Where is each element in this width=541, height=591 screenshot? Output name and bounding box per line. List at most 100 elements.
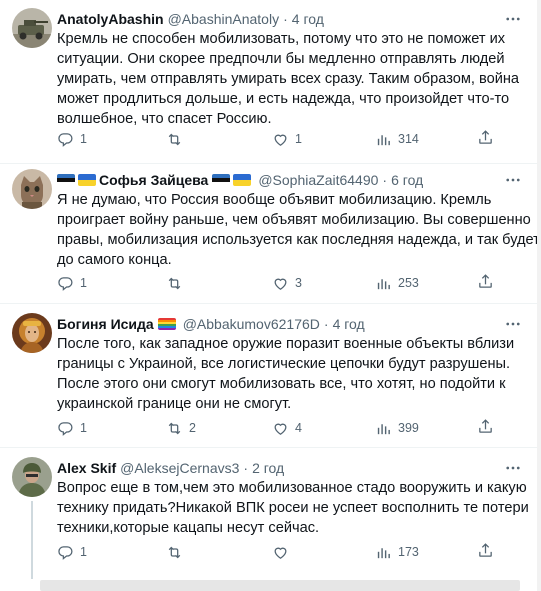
tweet-text-line: до самого конца. (57, 252, 172, 268)
timestamp[interactable]: 4 год (333, 316, 365, 332)
avatar[interactable] (12, 457, 52, 497)
like-icon (272, 544, 295, 561)
avatar[interactable] (12, 8, 52, 48)
repost-button[interactable]: 2 (166, 418, 196, 438)
views-count: 173 (398, 545, 419, 559)
share-icon[interactable] (477, 542, 494, 562)
avatar[interactable] (12, 313, 52, 353)
likes-count: 1 (295, 132, 302, 146)
views-count: 253 (398, 276, 419, 290)
views-count: 314 (398, 132, 419, 146)
repost-icon (166, 420, 189, 437)
author-name[interactable]: Богиня Исида (57, 316, 154, 332)
tweet-header: AnatolyAbashin @AbashinAnatoly · 4 год (57, 10, 324, 28)
page-scrollbar[interactable] (537, 0, 541, 591)
tweet-text: После того, как западное оружие поразит … (57, 334, 515, 414)
replies-count: 1 (80, 132, 87, 146)
tweet-text-line: Вопрос еще в том,чем это мобилизованное … (57, 480, 527, 496)
tweet-text-line: границы с Украиной, все логистические це… (57, 356, 511, 372)
tweet-text-line: умирать, чем отправлять умирать всех сра… (57, 71, 520, 87)
repost-button[interactable] (166, 129, 189, 149)
views-button[interactable]: 399 (375, 418, 419, 438)
tweet-divider (0, 163, 537, 164)
author-name[interactable]: AnatolyAbashin (57, 11, 164, 27)
reposts-count: 2 (189, 421, 196, 435)
tweet-text-line: украинской границе они не смогут. (57, 396, 292, 412)
like-icon (272, 420, 295, 437)
tweet-text-line: технику придать?Никакой ВПК росеи не усп… (57, 500, 529, 516)
avatar[interactable] (12, 169, 52, 209)
tweet-text-line: правы, мобилизация используется как посл… (57, 232, 540, 248)
tweet-text: Я не думаю, что Россия вообще объявит мо… (57, 190, 540, 270)
flag-estonia-icon (57, 174, 75, 186)
flag-ukraine-icon (78, 174, 96, 186)
tweet-text-line: может продлиться дольше, и есть надежда,… (57, 91, 510, 107)
tweet-text: Вопрос еще в том,чем это мобилизованное … (57, 478, 529, 538)
reply-button[interactable]: 1 (57, 129, 87, 149)
repost-icon (166, 131, 189, 148)
author-name[interactable]: Alex Skif (57, 460, 116, 476)
tweet-text-line: техники,которые кацапы несут сейчас. (57, 520, 320, 536)
views-count: 399 (398, 421, 419, 435)
repost-icon (166, 275, 189, 292)
like-button[interactable]: 3 (272, 273, 302, 293)
like-button[interactable]: 4 (272, 418, 302, 438)
thread-line (31, 501, 33, 579)
like-icon (272, 131, 295, 148)
share-icon[interactable] (477, 129, 494, 149)
author-handle[interactable]: @AleksejCernavs3 (120, 460, 239, 476)
reply-button[interactable]: 1 (57, 542, 87, 562)
reply-button[interactable]: 1 (57, 418, 87, 438)
repost-icon (166, 544, 189, 561)
author-name[interactable]: Софья Зайцева (99, 172, 208, 188)
share-icon[interactable] (477, 418, 494, 438)
tweet-text-line: После этого они смогут мобилизовать все,… (57, 376, 506, 392)
reply-button[interactable]: 1 (57, 273, 87, 293)
views-icon (375, 131, 398, 148)
author-handle[interactable]: @Abbakumov62176D (183, 316, 320, 332)
tweet-actions: 1 2 4 399 (57, 418, 527, 438)
reply-icon (57, 544, 80, 561)
views-button[interactable]: 173 (375, 542, 419, 562)
author-handle[interactable]: @AbashinAnatoly (168, 11, 280, 27)
views-icon (375, 275, 398, 292)
like-button[interactable] (272, 542, 295, 562)
views-button[interactable]: 314 (375, 129, 419, 149)
timestamp[interactable]: 4 год (292, 11, 324, 27)
repost-button[interactable] (166, 273, 189, 293)
separator-dot: · (323, 316, 329, 332)
replies-count: 1 (80, 276, 87, 290)
horizontal-scrollbar[interactable] (40, 580, 520, 591)
likes-count: 3 (295, 276, 302, 290)
timestamp[interactable]: 2 год (252, 460, 284, 476)
tweet-divider (0, 447, 537, 448)
more-icon[interactable] (503, 459, 523, 477)
tweet-divider (0, 303, 537, 304)
like-button[interactable]: 1 (272, 129, 302, 149)
tweet-text-line: Кремль не способен мобилизовать, потому … (57, 31, 506, 47)
tweet-text: Кремль не способен мобилизовать, потому … (57, 29, 520, 129)
timestamp[interactable]: 6 год (391, 172, 423, 188)
author-handle[interactable]: @SophiaZait64490 (258, 172, 378, 188)
tweet-header: Богиня Исида @Abbakumov62176D · 4 год (57, 315, 365, 333)
tweet-text-line: После того, как западное оружие поразит … (57, 336, 515, 352)
tweet-text-line: волшебное, что спасет Россию. (57, 111, 272, 127)
more-icon[interactable] (503, 171, 523, 189)
views-button[interactable]: 253 (375, 273, 419, 293)
flag-estonia-icon (212, 174, 231, 186)
more-icon[interactable] (503, 10, 523, 28)
tweet-text-line: Я не думаю, что Россия вообще объявит мо… (57, 192, 492, 208)
tweet-actions: 1 173 (57, 542, 527, 562)
flag-ukraine-icon (233, 174, 252, 186)
separator-dot: · (283, 11, 288, 27)
separator-dot: · (243, 460, 249, 476)
views-icon (375, 420, 398, 437)
repost-button[interactable] (166, 542, 189, 562)
like-icon (272, 275, 295, 292)
more-icon[interactable] (503, 315, 523, 333)
tweet-text-line: ситуации. Они скорее предпочли бы медлен… (57, 51, 505, 67)
replies-count: 1 (80, 545, 87, 559)
views-icon (375, 544, 398, 561)
tweet-actions: 1 3 253 (57, 273, 527, 293)
share-icon[interactable] (477, 273, 494, 293)
